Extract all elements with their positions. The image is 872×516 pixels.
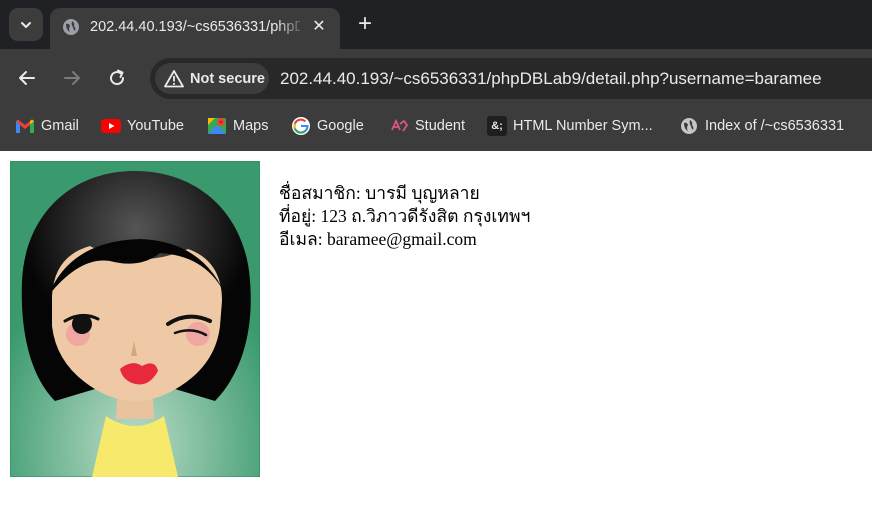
- security-label: Not secure: [190, 70, 265, 87]
- new-tab-button[interactable]: +: [353, 12, 377, 36]
- url-text[interactable]: 202.44.40.193/~cs6536331/phpDBLab9/detai…: [280, 68, 822, 90]
- back-button[interactable]: [14, 65, 40, 91]
- reload-icon: [110, 69, 125, 86]
- member-info: ชื่อสมาชิก: บารมี บุญหลาย ที่อยู่: 123 ถ…: [279, 182, 530, 251]
- bookmark-label: Google: [317, 118, 364, 134]
- email-label: อีเมล:: [279, 229, 323, 249]
- warning-icon: [164, 69, 184, 87]
- member-avatar-image: [10, 161, 260, 477]
- reload-button[interactable]: [104, 65, 130, 91]
- address-row: ที่อยู่: 123 ถ.วิภาวดีรังสิต กรุงเทพฯ: [279, 205, 530, 228]
- maps-icon: [207, 116, 227, 136]
- bookmark-label: HTML Number Sym...: [513, 118, 653, 134]
- arrow-right-icon: [64, 71, 80, 85]
- arrow-left-icon: [19, 71, 35, 85]
- bookmark-maps[interactable]: Maps: [207, 108, 268, 144]
- globe-icon: [679, 116, 699, 136]
- gmail-icon: [15, 116, 35, 136]
- bookmark-student[interactable]: Student: [389, 108, 465, 144]
- chevron-down-icon: [21, 21, 31, 28]
- address-bar[interactable]: Not secure 202.44.40.193/~cs6536331/phpD…: [150, 58, 872, 99]
- member-name-row: ชื่อสมาชิก: บารมี บุญหลาย: [279, 182, 530, 205]
- tab-strip: 202.44.40.193/~cs6536331/phpDBLab9/detai…: [0, 0, 872, 49]
- bookmark-label: Student: [415, 118, 465, 134]
- bookmark-label: Gmail: [41, 118, 79, 134]
- close-icon[interactable]: ✕: [308, 16, 330, 38]
- bookmarks-bar: Gmail YouTube Maps Google Student &; HTM…: [0, 108, 872, 144]
- bookmark-html-number[interactable]: &; HTML Number Sym...: [487, 108, 653, 144]
- browser-chrome: 202.44.40.193/~cs6536331/phpDBLab9/detai…: [0, 0, 872, 151]
- bookmark-label: Index of /~cs6536331: [705, 118, 845, 134]
- tab-title-fade: [276, 14, 306, 40]
- email-value: baramee@gmail.com: [327, 229, 477, 249]
- google-icon: [291, 116, 311, 136]
- youtube-icon: [101, 116, 121, 136]
- tab-active[interactable]: 202.44.40.193/~cs6536331/phpDBLab9/detai…: [50, 8, 340, 49]
- bookmark-label: Maps: [233, 118, 269, 134]
- student-icon: [389, 116, 409, 136]
- page-content: ชื่อสมาชิก: บารมี บุญหลาย ที่อยู่: 123 ถ…: [0, 151, 872, 516]
- tab-title: 202.44.40.193/~cs6536331/phpDBLab9/detai…: [90, 19, 300, 35]
- email-row: อีเมล: baramee@gmail.com: [279, 228, 530, 251]
- globe-icon: [63, 19, 79, 35]
- member-name-label: ชื่อสมาชิก:: [279, 183, 361, 203]
- bookmark-youtube[interactable]: YouTube: [101, 108, 184, 144]
- address-label: ที่อยู่:: [279, 206, 317, 226]
- address-value: 123 ถ.วิภาวดีรังสิต กรุงเทพฯ: [320, 206, 531, 226]
- bookmark-gmail[interactable]: Gmail: [15, 108, 79, 144]
- member-name-value: บารมี บุญหลาย: [365, 183, 480, 203]
- security-chip[interactable]: Not secure: [155, 63, 269, 94]
- bookmark-label: YouTube: [127, 118, 184, 134]
- forward-button[interactable]: [59, 65, 85, 91]
- html-entity-icon: &;: [487, 116, 507, 136]
- tab-search-button[interactable]: [9, 8, 43, 41]
- bookmark-google[interactable]: Google: [291, 108, 364, 144]
- bookmark-index[interactable]: Index of /~cs6536331: [679, 108, 844, 144]
